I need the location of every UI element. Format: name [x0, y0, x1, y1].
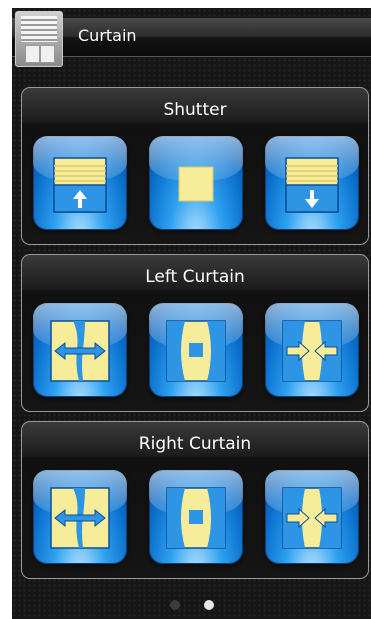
right-curtain-close-button[interactable]: [265, 470, 359, 564]
curtain-open-icon: [50, 487, 110, 549]
app-screen: Curtain Shutter Left Curtain Right Curta…: [12, 8, 371, 619]
left-curtain-stop-button[interactable]: [149, 303, 243, 397]
shutter-down-button[interactable]: [265, 136, 359, 230]
right-curtain-open-button[interactable]: [33, 470, 127, 564]
left-curtain-close-button[interactable]: [265, 303, 359, 397]
curtain-close-icon: [282, 320, 342, 382]
shutter-stop-icon: [178, 166, 214, 202]
right-curtain-panel: Right Curtain: [21, 421, 369, 579]
page-indicator: [12, 596, 371, 610]
page-dot[interactable]: [169, 600, 180, 610]
right-curtain-stop-button[interactable]: [149, 470, 243, 564]
curtain-open-icon: [50, 320, 110, 382]
shutter-down-icon: [285, 157, 339, 213]
panel-title: Shutter: [163, 100, 227, 120]
shutter-stop-button[interactable]: [149, 136, 243, 230]
shutter-up-icon: [53, 157, 107, 213]
page-title: Curtain: [78, 26, 137, 45]
shutter-panel: Shutter: [21, 87, 369, 245]
panel-title: Left Curtain: [145, 267, 245, 287]
left-curtain-panel: Left Curtain: [21, 254, 369, 412]
curtain-stop-icon: [166, 487, 226, 549]
app-header: Curtain: [12, 8, 371, 70]
curtain-stop-icon: [166, 320, 226, 382]
page-dot-active[interactable]: [203, 600, 214, 610]
curtain-close-icon: [282, 487, 342, 549]
shutter-up-button[interactable]: [33, 136, 127, 230]
left-curtain-open-button[interactable]: [33, 303, 127, 397]
title-bar: [12, 18, 371, 57]
panel-title: Right Curtain: [138, 434, 252, 454]
window-blind-icon: [15, 11, 63, 67]
